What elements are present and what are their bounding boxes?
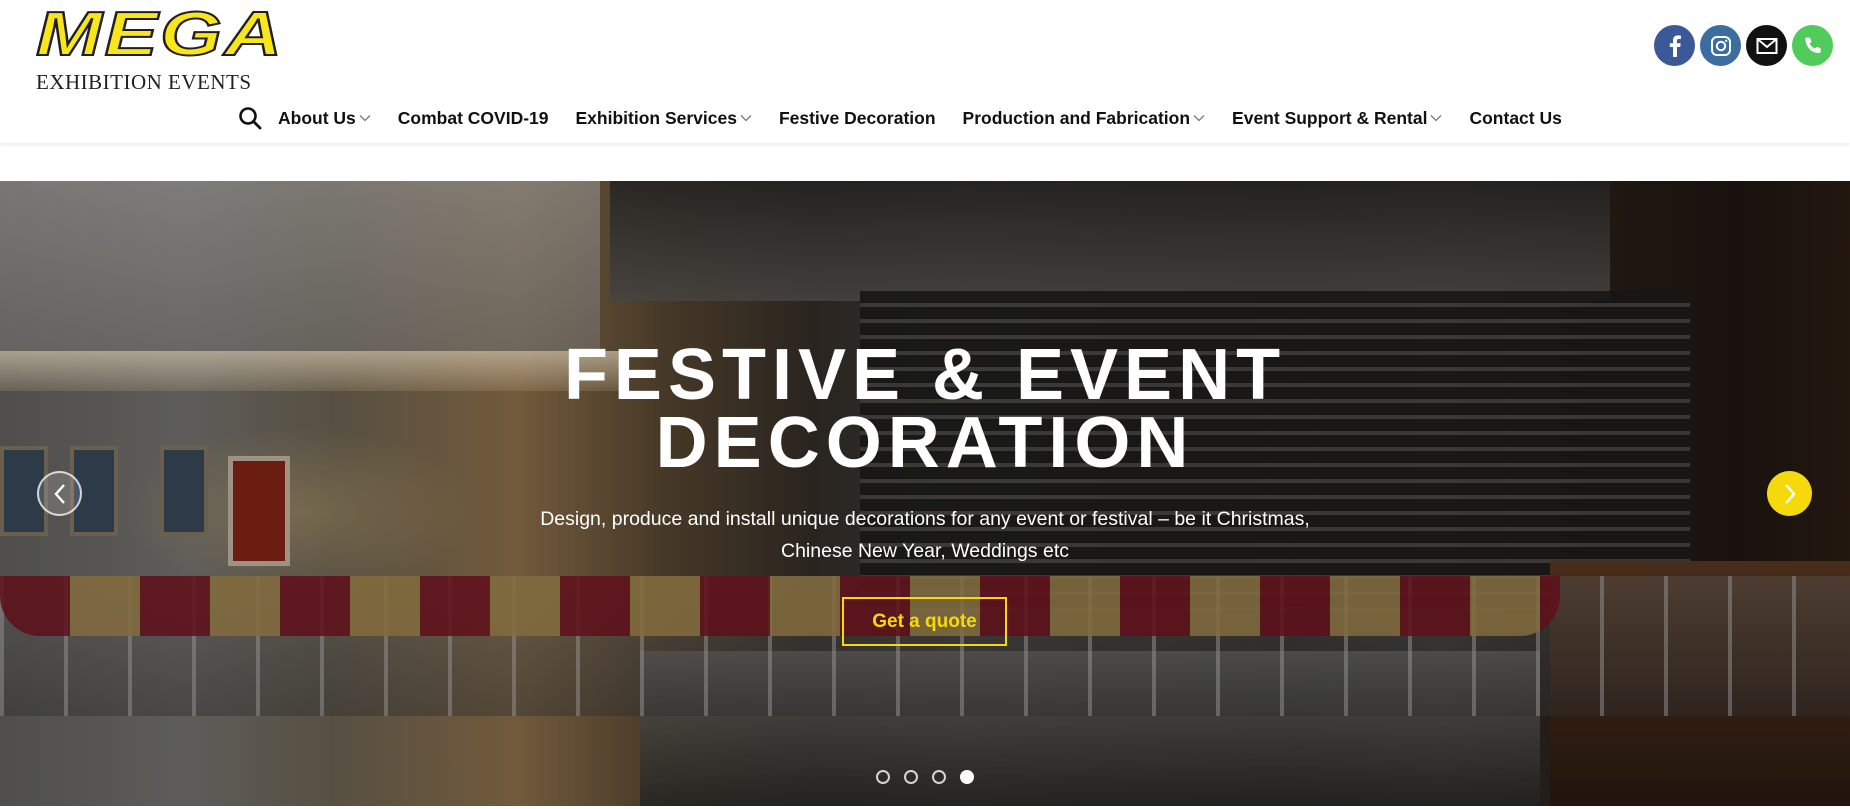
- page: MEGA EXHIBITION EVENTS About Us Combat C…: [0, 0, 1850, 809]
- slider-dot[interactable]: [932, 770, 946, 784]
- phone-button[interactable]: [1792, 25, 1833, 66]
- chevron-left-icon: [53, 483, 65, 504]
- chevron-down-icon: [359, 114, 371, 122]
- get-quote-button[interactable]: Get a quote: [842, 597, 1007, 646]
- nav-item-contact-us[interactable]: Contact Us: [1469, 108, 1561, 129]
- nav-item-label: Festive Decoration: [778, 107, 936, 128]
- email-icon: [1756, 37, 1777, 54]
- slider-dot-active[interactable]: [960, 770, 974, 784]
- instagram-icon: [1710, 35, 1731, 56]
- nav-item-exhibition-services[interactable]: Exhibition Services: [576, 108, 752, 129]
- logo-subtitle: EXHIBITION EVENTS: [36, 70, 252, 94]
- slider-dot[interactable]: [904, 770, 918, 784]
- nav-item-label: Production and Fabrication: [962, 107, 1191, 128]
- nav-item-label: Event Support & Rental: [1232, 107, 1428, 128]
- site-logo[interactable]: MEGA EXHIBITION EVENTS: [35, 3, 283, 95]
- facebook-button[interactable]: [1654, 25, 1695, 66]
- logo-wordmark: MEGA: [35, 0, 285, 69]
- nav-item-event-support-rental[interactable]: Event Support & Rental: [1232, 108, 1442, 129]
- slider-next-button[interactable]: [1767, 471, 1812, 516]
- phone-icon: [1804, 37, 1821, 53]
- hero-subtitle-line2: Chinese New Year, Weddings etc: [781, 540, 1069, 562]
- nav-item-festive-decoration[interactable]: Festive Decoration: [779, 108, 936, 129]
- nav-item-label: Exhibition Services: [575, 107, 737, 128]
- nav-item-about-us[interactable]: About Us: [278, 108, 371, 129]
- chevron-right-icon: [1784, 483, 1796, 504]
- nav-item-combat-covid[interactable]: Combat COVID-19: [398, 108, 549, 129]
- social-links: [1654, 25, 1833, 66]
- search-icon: [239, 107, 262, 130]
- slider-dot[interactable]: [876, 770, 890, 784]
- facebook-icon: [1669, 34, 1681, 57]
- nav-item-label: Contact Us: [1469, 107, 1562, 128]
- hero-subtitle: Design, produce and install unique decor…: [500, 503, 1350, 567]
- nav-item-production-fabrication[interactable]: Production and Fabrication: [963, 108, 1206, 129]
- hero-content: FESTIVE & EVENT DECORATION Design, produ…: [0, 181, 1850, 806]
- hero-slider: FESTIVE & EVENT DECORATION Design, produ…: [0, 181, 1850, 806]
- search-button[interactable]: [236, 104, 264, 132]
- chevron-down-icon: [1193, 114, 1205, 122]
- slider-prev-button[interactable]: [37, 471, 82, 516]
- instagram-button[interactable]: [1700, 25, 1741, 66]
- chevron-down-icon: [1430, 114, 1442, 122]
- hero-title-line2: DECORATION: [655, 403, 1195, 483]
- chevron-down-icon: [740, 114, 752, 122]
- main-nav: About Us Combat COVID-19 Exhibition Serv…: [236, 100, 1589, 136]
- hero-subtitle-line1: Design, produce and install unique decor…: [540, 508, 1310, 530]
- nav-item-label: About Us: [278, 107, 356, 128]
- site-header: MEGA EXHIBITION EVENTS About Us Combat C…: [0, 0, 1850, 143]
- hero-title: FESTIVE & EVENT DECORATION: [325, 339, 1525, 479]
- email-button[interactable]: [1746, 25, 1787, 66]
- nav-item-label: Combat COVID-19: [397, 107, 549, 128]
- slider-dots: [876, 770, 974, 784]
